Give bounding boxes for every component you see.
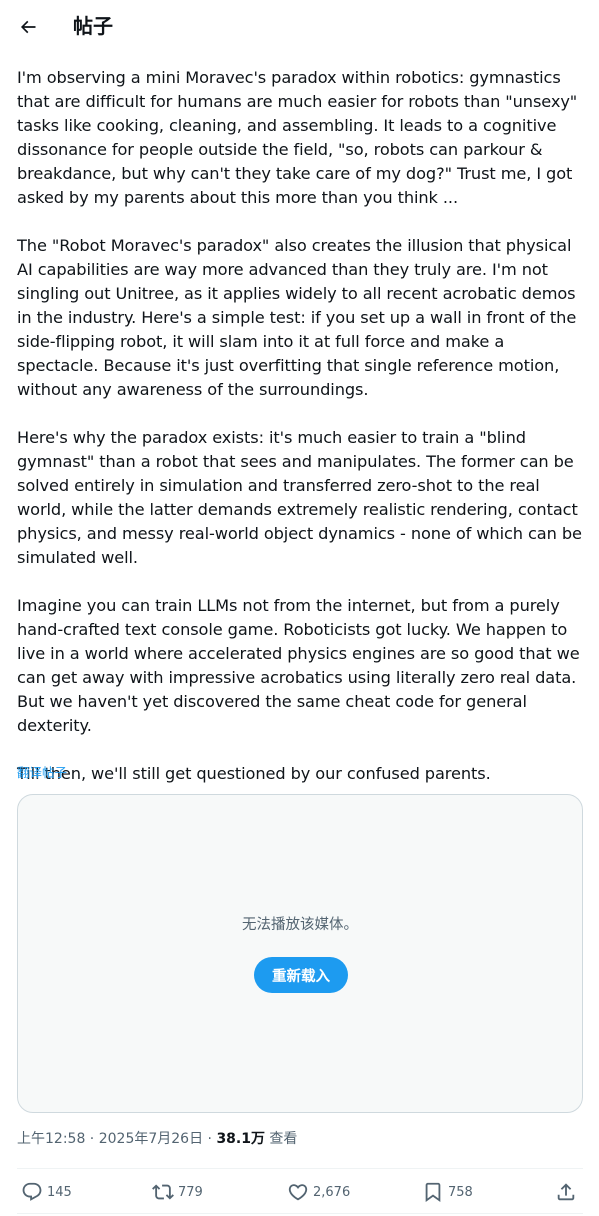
meta-separator: · [203, 1131, 217, 1147]
post-paragraph: I'm observing a mini Moravec's paradox w… [17, 68, 578, 207]
post-paragraph: The "Robot Moravec's paradox" also creat… [17, 236, 577, 399]
page-title: 帖子 [73, 14, 113, 38]
repost-button[interactable]: 779 [152, 1180, 203, 1204]
reply-count: 145 [47, 1184, 72, 1200]
media-error-message: 无法播放该媒体。 [242, 917, 358, 933]
post-metadata: 上午12:58 · 2025年7月26日 · 38.1万 查看 [17, 1129, 297, 1149]
translate-post-link[interactable]: 翻译帖子 [17, 765, 67, 781]
divider [17, 1213, 583, 1214]
divider [17, 1168, 583, 1169]
views-count: 38.1万 [216, 1131, 265, 1147]
repost-count: 779 [178, 1184, 203, 1200]
bookmark-count: 758 [448, 1184, 473, 1200]
post-paragraph: Imagine you can train LLMs not from the … [17, 596, 580, 735]
back-button[interactable] [12, 11, 44, 43]
like-icon [288, 1184, 308, 1201]
reply-button[interactable]: 145 [21, 1180, 72, 1204]
arrow-left-icon [20, 20, 36, 34]
media-player[interactable]: 无法播放该媒体。 重新载入 [17, 794, 583, 1113]
like-button[interactable]: 2,676 [287, 1180, 350, 1204]
reply-icon [22, 1182, 42, 1201]
like-count: 2,676 [313, 1184, 351, 1200]
post-paragraph: Here's why the paradox exists: it's much… [17, 428, 582, 567]
post-time[interactable]: 上午12:58 [17, 1131, 85, 1147]
share-icon [557, 1183, 575, 1201]
action-bar: 145 779 2,676 758 [0, 1180, 599, 1204]
post-date[interactable]: 2025年7月26日 [99, 1131, 203, 1147]
post-paragraph: Till then, we'll still get questioned by… [17, 764, 491, 783]
views-label: 查看 [264, 1131, 298, 1147]
bookmark-button[interactable]: 758 [422, 1180, 473, 1204]
repost-icon [152, 1184, 174, 1200]
bookmark-icon [425, 1182, 441, 1203]
page-header: 帖子 [0, 0, 599, 53]
share-button[interactable] [555, 1180, 577, 1204]
post-text: I'm observing a mini Moravec's paradox w… [17, 66, 587, 786]
reload-button[interactable]: 重新载入 [254, 957, 348, 993]
meta-separator: · [85, 1131, 99, 1147]
